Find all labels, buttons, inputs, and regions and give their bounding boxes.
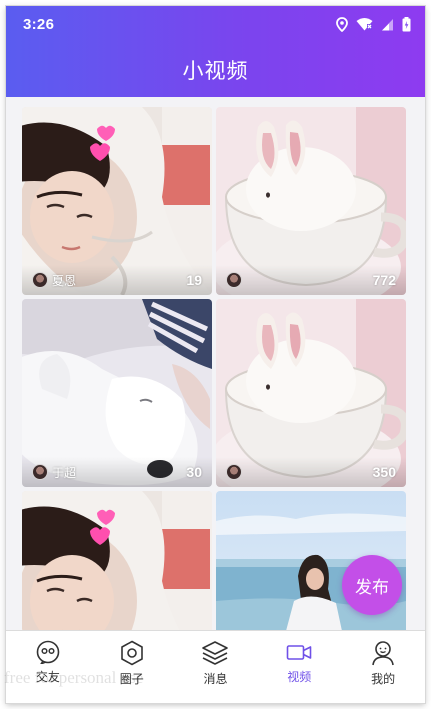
author-avatar[interactable] (32, 272, 48, 288)
chat-bubbles-icon (36, 640, 60, 664)
hexagon-icon (120, 640, 143, 666)
publish-button[interactable]: 发布 (342, 555, 402, 615)
video-card-footer: 于超 30 (22, 457, 212, 487)
layers-icon (202, 641, 229, 665)
app-header: 3:26 小视频 (6, 6, 425, 97)
system-nav-area (6, 689, 425, 703)
video-thumbnail (22, 491, 212, 630)
page-title: 小视频 (182, 58, 249, 83)
tab-label: 消息 (203, 672, 228, 686)
author-name[interactable]: 夏恩 (52, 272, 76, 289)
author-avatar[interactable] (226, 272, 242, 288)
video-card[interactable] (22, 491, 212, 630)
status-icons (336, 16, 411, 32)
like-count: 19 (186, 272, 202, 288)
video-card-footer: 夏恩 19 (22, 265, 212, 295)
tab-video[interactable]: 视频 (257, 631, 341, 689)
video-camera-icon (286, 645, 312, 660)
video-card[interactable]: 772 (216, 107, 406, 295)
like-count: 772 (372, 272, 396, 288)
tab-label: 视频 (287, 670, 312, 684)
video-card[interactable]: 350 (216, 299, 406, 487)
video-card[interactable]: 夏恩 19 (22, 107, 212, 295)
like-count: 30 (186, 464, 202, 480)
author-name[interactable]: 于超 (52, 464, 76, 481)
watermark-text: free for personal use (4, 668, 144, 687)
video-grid: 夏恩 19 772 于超 30 350 (22, 107, 406, 630)
tab-messages[interactable]: 消息 (174, 631, 258, 689)
video-card[interactable]: 于超 30 (22, 299, 212, 487)
tab-label: 我的 (371, 672, 396, 686)
phone-screen: 3:26 小视频 夏恩 19 772 于超 30 350 发布 交友 圈子 消息… (6, 6, 425, 703)
tab-mine[interactable]: 我的 (341, 631, 425, 689)
wifi-icon (356, 18, 373, 31)
battery-icon (402, 16, 411, 31)
status-bar: 3:26 (6, 6, 425, 42)
video-feed[interactable]: 夏恩 19 772 于超 30 350 (6, 97, 425, 630)
location-icon (336, 16, 348, 32)
author-avatar[interactable] (32, 464, 48, 480)
author-avatar[interactable] (226, 464, 242, 480)
like-count: 350 (372, 464, 396, 480)
signal-icon (382, 18, 393, 30)
video-card-footer: 350 (216, 457, 406, 487)
video-card-footer: 772 (216, 265, 406, 295)
status-time: 3:26 (23, 15, 55, 33)
person-icon (372, 641, 394, 666)
